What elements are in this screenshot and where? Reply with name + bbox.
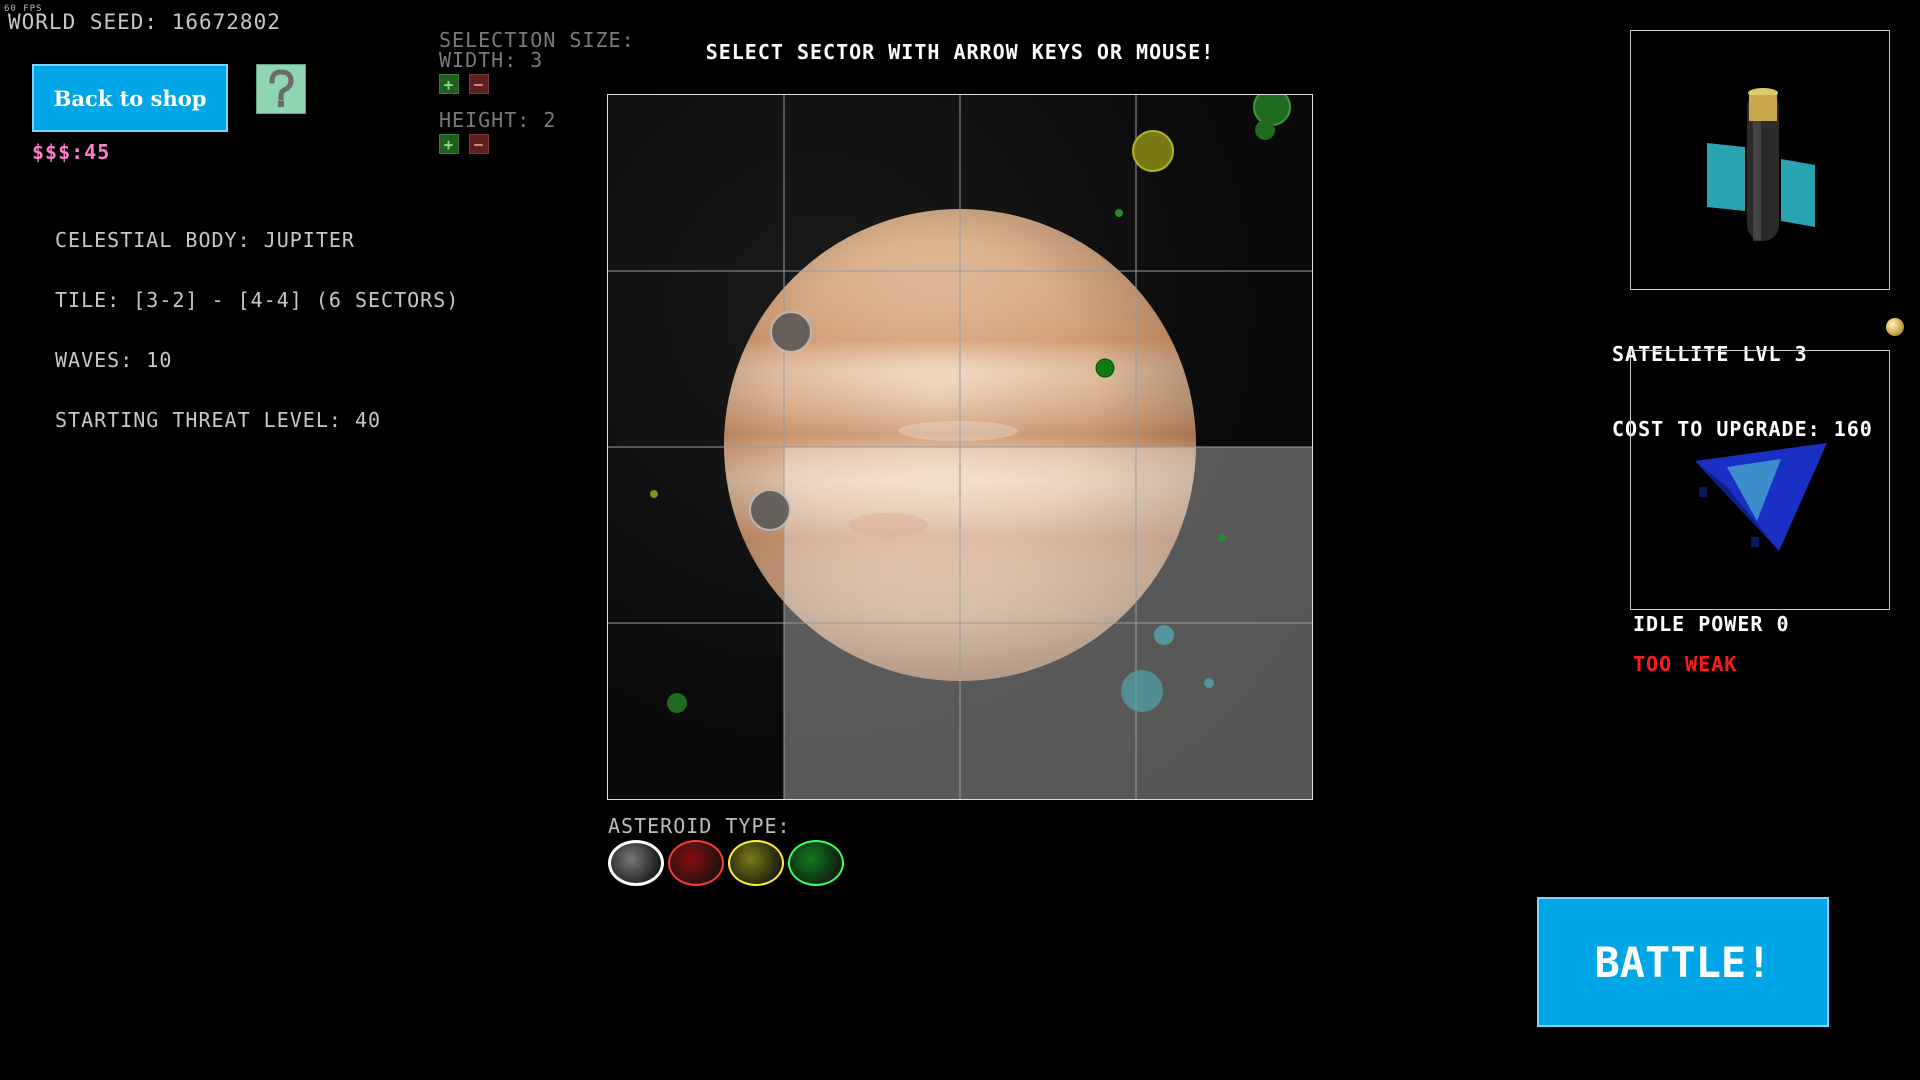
selected-sector[interactable]: [784, 623, 960, 799]
asteroid-type-label: ASTEROID TYPE:: [608, 814, 791, 838]
height-plus-button[interactable]: +: [439, 134, 459, 154]
asteroid: [667, 693, 687, 713]
asteroid: [1253, 95, 1291, 126]
asteroid: [1095, 358, 1115, 378]
asteroid: [1255, 120, 1275, 140]
coin-icon: [1886, 318, 1904, 336]
asteroid: [1204, 678, 1214, 688]
asteroid: [770, 311, 812, 353]
width-plus-button[interactable]: +: [439, 74, 459, 94]
celestial-info: CELESTIAL BODY: JUPITER TILE: [3-2] - [4…: [55, 190, 459, 450]
sector-map: [608, 95, 1312, 799]
asteroid: [1218, 534, 1226, 542]
back-to-shop-button[interactable]: Back to shop: [32, 64, 228, 132]
ship-preview: [1630, 350, 1890, 610]
satellite-icon: [1707, 88, 1815, 241]
tile-range-label: TILE: [3-2] - [4-4] (6 SECTORS): [55, 288, 460, 312]
battle-button[interactable]: BATTLE!: [1537, 897, 1829, 1027]
asteroid: [1115, 209, 1123, 217]
asteroid-type-red[interactable]: [668, 840, 724, 886]
money-display: $$$:45: [32, 140, 111, 164]
asteroid: [1132, 130, 1174, 172]
selected-sector[interactable]: [1136, 623, 1312, 799]
help-button[interactable]: [256, 64, 306, 114]
asteroid: [650, 490, 658, 498]
asteroid: [749, 489, 791, 531]
idle-power: IDLE POWER 0: [1633, 612, 1790, 636]
instruction-header: SELECT SECTOR WITH ARROW KEYS OR MOUSE!: [705, 40, 1215, 64]
selected-sector[interactable]: [784, 447, 960, 623]
selected-sector[interactable]: [960, 447, 1136, 623]
waves-label: WAVES: 10: [55, 348, 173, 372]
height-label: HEIGHT: 2: [439, 108, 557, 132]
asteroid: [1154, 625, 1174, 645]
satellite-preview: [1630, 30, 1890, 290]
sector-grid[interactable]: [607, 94, 1313, 800]
question-mark-icon: [269, 69, 294, 107]
weakness-status: TOO WEAK: [1633, 652, 1738, 676]
ship-icon: [1695, 443, 1827, 551]
selected-sector[interactable]: [960, 623, 1136, 799]
asteroid: [1121, 670, 1163, 712]
asteroid-type-yellow[interactable]: [728, 840, 784, 886]
width-minus-button[interactable]: −: [469, 74, 489, 94]
height-minus-button[interactable]: −: [469, 134, 489, 154]
asteroid-type-green[interactable]: [788, 840, 844, 886]
celestial-body-label: CELESTIAL BODY: JUPITER: [55, 228, 355, 252]
threat-level-label: STARTING THREAT LEVEL: 40: [55, 408, 382, 432]
asteroid-type-selector: [608, 840, 844, 886]
asteroid-type-grey[interactable]: [608, 840, 664, 886]
world-seed: WORLD SEED: 16672802: [8, 10, 281, 34]
